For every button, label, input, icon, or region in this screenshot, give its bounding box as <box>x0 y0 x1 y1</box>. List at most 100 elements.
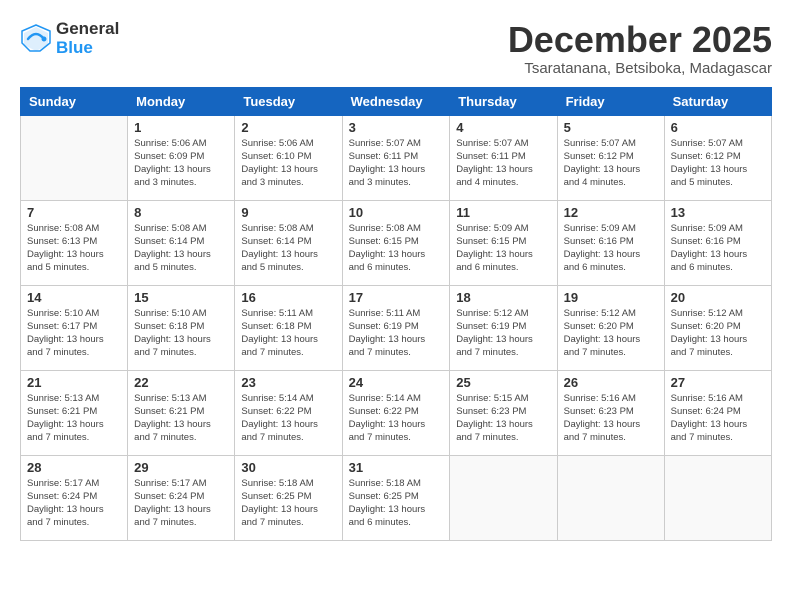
day-number: 4 <box>456 120 550 135</box>
calendar-cell <box>450 455 557 540</box>
calendar-cell <box>664 455 771 540</box>
calendar-cell: 9 Sunrise: 5:08 AM Sunset: 6:14 PM Daylig… <box>235 200 342 285</box>
calendar-header-sunday: Sunday <box>21 87 128 115</box>
day-info: Sunrise: 5:08 AM Sunset: 6:13 PM Dayligh… <box>27 222 121 275</box>
calendar-cell: 8 Sunrise: 5:08 AM Sunset: 6:14 PM Daylig… <box>128 200 235 285</box>
day-info: Sunrise: 5:15 AM Sunset: 6:23 PM Dayligh… <box>456 392 550 445</box>
day-number: 18 <box>456 290 550 305</box>
calendar-cell: 11 Sunrise: 5:09 AM Sunset: 6:15 PM Dayli… <box>450 200 557 285</box>
day-number: 26 <box>564 375 658 390</box>
day-info: Sunrise: 5:13 AM Sunset: 6:21 PM Dayligh… <box>27 392 121 445</box>
day-info: Sunrise: 5:07 AM Sunset: 6:12 PM Dayligh… <box>671 137 765 190</box>
day-info: Sunrise: 5:12 AM Sunset: 6:20 PM Dayligh… <box>671 307 765 360</box>
calendar-header-wednesday: Wednesday <box>342 87 450 115</box>
calendar-cell: 12 Sunrise: 5:09 AM Sunset: 6:16 PM Dayli… <box>557 200 664 285</box>
day-info: Sunrise: 5:16 AM Sunset: 6:23 PM Dayligh… <box>564 392 658 445</box>
calendar-cell: 20Sunrise: 5:12 AM Sunset: 6:20 PM Dayli… <box>664 285 771 370</box>
calendar-week-3: 14 Sunrise: 5:10 AM Sunset: 6:17 PM Dayli… <box>21 285 772 370</box>
day-number: 5 <box>564 120 658 135</box>
day-number: 8 <box>134 205 228 220</box>
day-number: 9 <box>241 205 335 220</box>
day-info: Sunrise: 5:14 AM Sunset: 6:22 PM Dayligh… <box>349 392 444 445</box>
day-number: 21 <box>27 375 121 390</box>
day-info: Sunrise: 5:13 AM Sunset: 6:21 PM Dayligh… <box>134 392 228 445</box>
day-info: Sunrise: 5:09 AM Sunset: 6:16 PM Dayligh… <box>564 222 658 275</box>
day-info: Sunrise: 5:11 AM Sunset: 6:18 PM Dayligh… <box>241 307 335 360</box>
day-number: 15 <box>134 290 228 305</box>
day-info: Sunrise: 5:12 AM Sunset: 6:19 PM Dayligh… <box>456 307 550 360</box>
day-info: Sunrise: 5:06 AM Sunset: 6:09 PM Dayligh… <box>134 137 228 190</box>
day-info: Sunrise: 5:11 AM Sunset: 6:19 PM Dayligh… <box>349 307 444 360</box>
day-info: Sunrise: 5:10 AM Sunset: 6:18 PM Dayligh… <box>134 307 228 360</box>
calendar-cell <box>557 455 664 540</box>
logo-text: General Blue <box>56 20 119 57</box>
calendar-cell: 30 Sunrise: 5:18 AM Sunset: 6:25 PM Dayli… <box>235 455 342 540</box>
calendar-cell: 26 Sunrise: 5:16 AM Sunset: 6:23 PM Dayli… <box>557 370 664 455</box>
day-number: 1 <box>134 120 228 135</box>
calendar-cell: 21 Sunrise: 5:13 AM Sunset: 6:21 PM Dayli… <box>21 370 128 455</box>
calendar-week-2: 7Sunrise: 5:08 AM Sunset: 6:13 PM Daylig… <box>21 200 772 285</box>
calendar-cell: 6 Sunrise: 5:07 AM Sunset: 6:12 PM Daylig… <box>664 115 771 200</box>
calendar-header-saturday: Saturday <box>664 87 771 115</box>
calendar-cell: 7Sunrise: 5:08 AM Sunset: 6:13 PM Daylig… <box>21 200 128 285</box>
calendar-cell: 5 Sunrise: 5:07 AM Sunset: 6:12 PM Daylig… <box>557 115 664 200</box>
calendar-table: SundayMondayTuesdayWednesdayThursdayFrid… <box>20 87 772 541</box>
day-info: Sunrise: 5:07 AM Sunset: 6:11 PM Dayligh… <box>349 137 444 190</box>
day-number: 11 <box>456 205 550 220</box>
calendar-header-friday: Friday <box>557 87 664 115</box>
calendar-header-thursday: Thursday <box>450 87 557 115</box>
calendar-cell: 28Sunrise: 5:17 AM Sunset: 6:24 PM Dayli… <box>21 455 128 540</box>
calendar-header-row: SundayMondayTuesdayWednesdayThursdayFrid… <box>21 87 772 115</box>
day-info: Sunrise: 5:08 AM Sunset: 6:14 PM Dayligh… <box>241 222 335 275</box>
calendar-cell: 14 Sunrise: 5:10 AM Sunset: 6:17 PM Dayli… <box>21 285 128 370</box>
calendar-cell: 3 Sunrise: 5:07 AM Sunset: 6:11 PM Daylig… <box>342 115 450 200</box>
logo-blue: Blue <box>56 39 119 58</box>
calendar-week-1: 1 Sunrise: 5:06 AM Sunset: 6:09 PM Daylig… <box>21 115 772 200</box>
day-info: Sunrise: 5:09 AM Sunset: 6:15 PM Dayligh… <box>456 222 550 275</box>
calendar-cell: 17Sunrise: 5:11 AM Sunset: 6:19 PM Dayli… <box>342 285 450 370</box>
logo: General Blue <box>20 20 119 57</box>
calendar-cell: 22 Sunrise: 5:13 AM Sunset: 6:21 PM Dayli… <box>128 370 235 455</box>
calendar-cell: 24Sunrise: 5:14 AM Sunset: 6:22 PM Dayli… <box>342 370 450 455</box>
calendar-cell: 29 Sunrise: 5:17 AM Sunset: 6:24 PM Dayli… <box>128 455 235 540</box>
location: Tsaratanana, Betsiboka, Madagascar <box>508 60 772 77</box>
day-number: 25 <box>456 375 550 390</box>
day-info: Sunrise: 5:08 AM Sunset: 6:14 PM Dayligh… <box>134 222 228 275</box>
day-info: Sunrise: 5:06 AM Sunset: 6:10 PM Dayligh… <box>241 137 335 190</box>
day-number: 14 <box>27 290 121 305</box>
calendar-week-5: 28 Sunrise: 5:17 AM Sunset: 6:24 PM Dayli… <box>21 455 772 540</box>
day-number: 29 <box>134 460 228 475</box>
calendar-cell <box>21 115 128 200</box>
calendar-cell: 27 Sunrise: 5:16 AM Sunset: 6:24 PM Dayli… <box>664 370 771 455</box>
day-info: Sunrise: 5:07 AM Sunset: 6:12 PM Dayligh… <box>564 137 658 190</box>
day-number: 16 <box>241 290 335 305</box>
day-info: Sunrise: 5:17 AM Sunset: 6:24 PM Dayligh… <box>134 477 228 530</box>
day-number: 19 <box>564 290 658 305</box>
calendar-cell: 10 Sunrise: 5:08 AM Sunset: 6:15 PM Dayli… <box>342 200 450 285</box>
page-header: General Blue December 2025 Tsaratanana, … <box>20 20 772 77</box>
day-number: 30 <box>241 460 335 475</box>
day-info: Sunrise: 5:18 AM Sunset: 6:25 PM Dayligh… <box>241 477 335 530</box>
calendar-cell: 4 Sunrise: 5:07 AM Sunset: 6:11 PM Daylig… <box>450 115 557 200</box>
day-number: 3 <box>349 120 444 135</box>
calendar-cell: 15 Sunrise: 5:10 AM Sunset: 6:18 PM Dayli… <box>128 285 235 370</box>
logo-general: General <box>56 20 119 39</box>
day-number: 28 <box>27 460 121 475</box>
calendar-cell: 2Sunrise: 5:06 AM Sunset: 6:10 PM Daylig… <box>235 115 342 200</box>
day-number: 12 <box>564 205 658 220</box>
calendar-cell: 23Sunrise: 5:14 AM Sunset: 6:22 PM Dayli… <box>235 370 342 455</box>
day-info: Sunrise: 5:08 AM Sunset: 6:15 PM Dayligh… <box>349 222 444 275</box>
day-info: Sunrise: 5:16 AM Sunset: 6:24 PM Dayligh… <box>671 392 765 445</box>
day-info: Sunrise: 5:10 AM Sunset: 6:17 PM Dayligh… <box>27 307 121 360</box>
calendar-cell: 18 Sunrise: 5:12 AM Sunset: 6:19 PM Dayli… <box>450 285 557 370</box>
day-number: 13 <box>671 205 765 220</box>
day-number: 27 <box>671 375 765 390</box>
day-number: 31 <box>349 460 444 475</box>
day-number: 10 <box>349 205 444 220</box>
title-section: December 2025 Tsaratanana, Betsiboka, Ma… <box>508 20 772 77</box>
day-number: 6 <box>671 120 765 135</box>
calendar-week-4: 21 Sunrise: 5:13 AM Sunset: 6:21 PM Dayli… <box>21 370 772 455</box>
calendar-cell: 13Sunrise: 5:09 AM Sunset: 6:16 PM Dayli… <box>664 200 771 285</box>
day-info: Sunrise: 5:07 AM Sunset: 6:11 PM Dayligh… <box>456 137 550 190</box>
day-number: 22 <box>134 375 228 390</box>
